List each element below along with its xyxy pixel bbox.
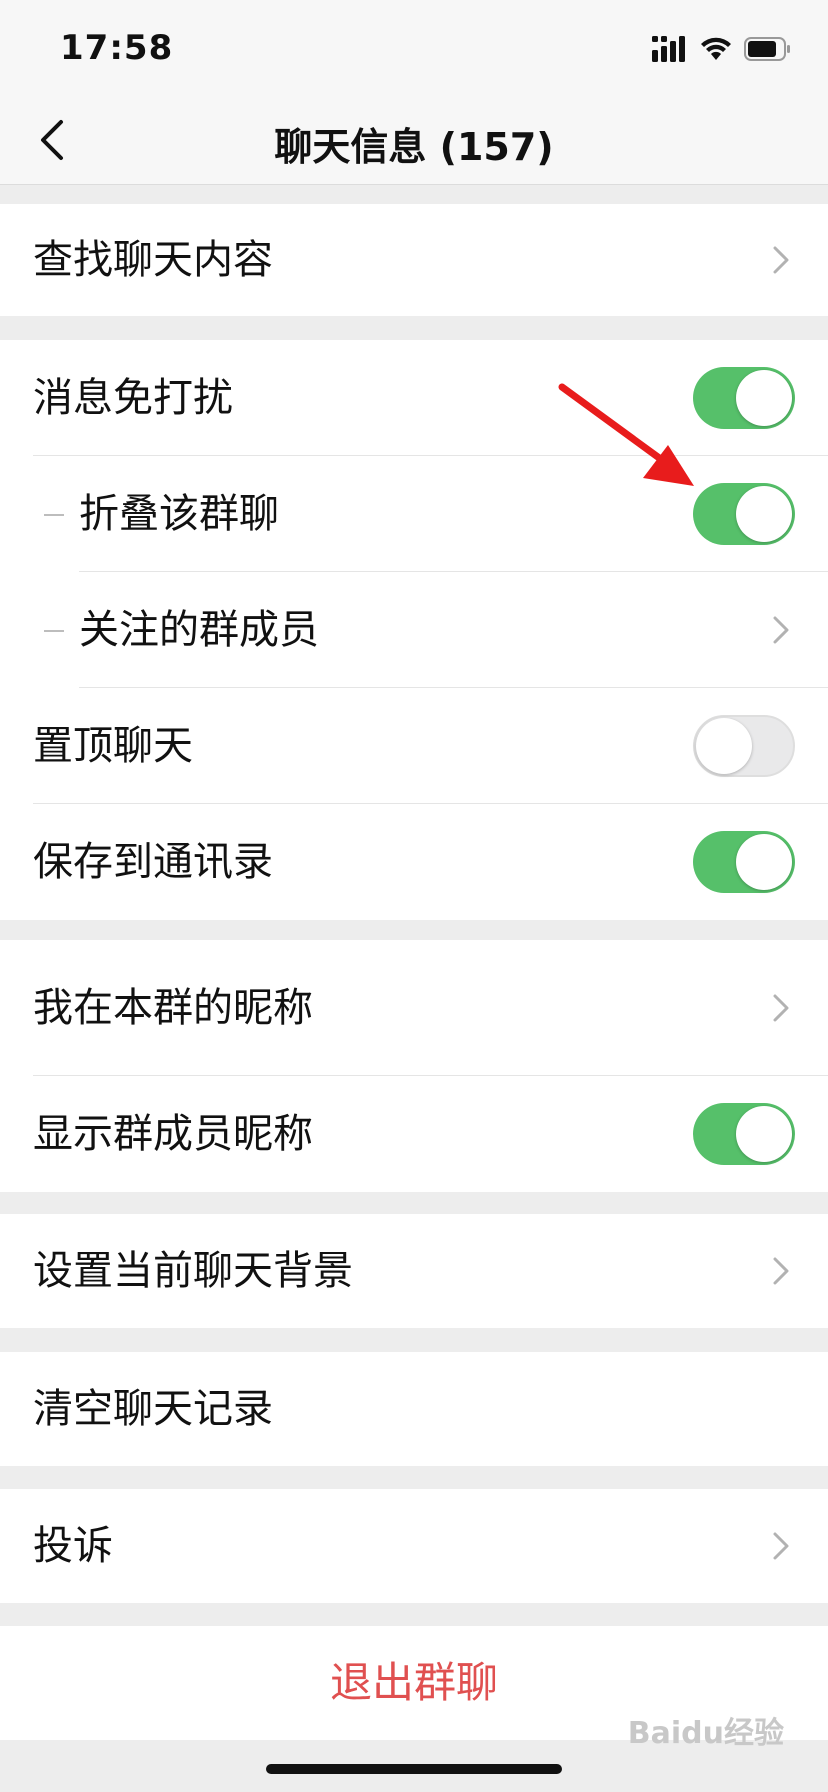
- annotation-arrow-icon: [558, 383, 694, 486]
